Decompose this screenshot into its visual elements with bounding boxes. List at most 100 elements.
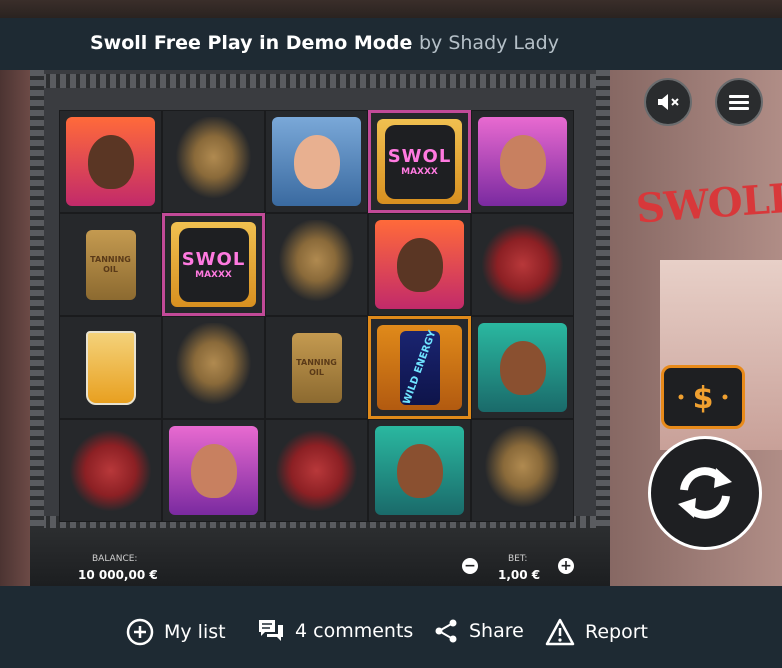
leopard-thong-symbol <box>169 117 258 206</box>
swol-maxxx-symbol: SWOL MAXXX <box>377 119 462 204</box>
character-card-symbol <box>478 117 567 206</box>
reel-cell <box>265 419 368 522</box>
sound-toggle-button[interactable] <box>644 78 692 126</box>
game-canvas[interactable]: SWOL MAXXX TANNING OIL SWOL MAXXX TANNING OIL WI… <box>0 70 782 586</box>
top-strip <box>0 0 782 18</box>
oil-text-1: TANNING <box>90 254 131 264</box>
energy-can: WILD ENERGY <box>399 329 440 406</box>
reel-cell <box>59 110 162 213</box>
steak-symbol <box>272 426 361 515</box>
reel-cell: WILD ENERGY <box>368 316 471 419</box>
bet-label: BET: <box>508 554 528 564</box>
supplement-jar: SWOL MAXXX <box>384 124 455 199</box>
leopard-thong-symbol <box>169 323 258 412</box>
leopard-thong-symbol <box>478 426 567 515</box>
game-title: Swoll Free Play in Demo Mode <box>90 32 413 54</box>
reel-cell: TANNING OIL <box>59 213 162 316</box>
swoll-logo-sign: SWOLL <box>634 174 782 233</box>
my-list-label: My list <box>164 621 226 643</box>
dollar-icon: $ <box>678 381 728 416</box>
my-list-button[interactable]: My list <box>126 618 226 646</box>
report-label: Report <box>585 621 648 643</box>
reel-cell <box>368 419 471 522</box>
action-footer: My list 4 comments Share Report <box>0 586 782 668</box>
character-card-symbol <box>375 220 464 309</box>
hamburger-icon <box>729 95 749 110</box>
reel-cell <box>162 419 265 522</box>
character-face <box>396 237 443 292</box>
share-label: Share <box>469 620 524 642</box>
character-card-symbol <box>478 323 567 412</box>
oil-text-2: OIL <box>309 367 324 377</box>
swol-text: SWOL <box>181 249 246 270</box>
bet-value: 1,00 € <box>498 568 541 582</box>
reel-cell <box>162 316 265 419</box>
wild-energy-symbol: WILD ENERGY <box>377 325 462 410</box>
tanning-oil-symbol: TANNING OIL <box>272 323 361 412</box>
character-card-symbol <box>66 117 155 206</box>
glass <box>85 330 136 405</box>
reel-cell <box>162 110 265 213</box>
spin-button[interactable] <box>648 436 762 550</box>
swol-maxxx-symbol: SWOL MAXXX <box>171 222 256 307</box>
frame-rail-top <box>30 74 610 88</box>
provider-byline: by Shady Lady <box>418 32 559 54</box>
reel-cell <box>471 419 574 522</box>
reel-cell <box>59 419 162 522</box>
share-icon <box>435 619 457 643</box>
reel-cell <box>368 213 471 316</box>
wild-energy-text: WILD ENERGY <box>401 329 438 406</box>
reel-cell <box>471 213 574 316</box>
character-face <box>396 443 443 498</box>
reel-cell: TANNING OIL <box>265 316 368 419</box>
oil-jug: TANNING OIL <box>291 332 342 403</box>
reel-cell <box>265 213 368 316</box>
reel-cell <box>471 110 574 213</box>
frame-post-left <box>30 70 44 586</box>
character-card-symbol <box>272 117 361 206</box>
spin-arrows-icon <box>678 467 732 519</box>
buy-bonus-button[interactable]: $ <box>661 365 745 429</box>
report-button[interactable]: Report <box>545 618 648 646</box>
add-circle-icon <box>126 618 154 646</box>
oil-text-1: TANNING <box>296 357 337 367</box>
page-title: Swoll Free Play in Demo Mode by Shady La… <box>90 32 559 54</box>
character-face <box>499 340 546 395</box>
juice-glass-symbol <box>66 323 155 412</box>
character-card-symbol <box>375 426 464 515</box>
tanning-oil-symbol: TANNING OIL <box>66 220 155 309</box>
warning-icon <box>545 618 575 646</box>
reel-cell: SWOL MAXXX <box>368 110 471 213</box>
share-button[interactable]: Share <box>433 618 524 644</box>
leopard-thong-symbol <box>272 220 361 309</box>
supplement-jar: SWOL MAXXX <box>178 227 249 302</box>
comments-icon <box>259 620 283 641</box>
reel-cell <box>471 316 574 419</box>
svg-text:$: $ <box>693 381 714 416</box>
swol-text: SWOL <box>387 146 452 167</box>
balance-label: BALANCE: <box>92 554 138 564</box>
maxxx-text: MAXXX <box>195 270 232 280</box>
menu-button[interactable] <box>715 78 763 126</box>
reel-cell: SWOL MAXXX <box>162 213 265 316</box>
reel-cell <box>265 110 368 213</box>
title-bar: Swoll Free Play in Demo Mode by Shady La… <box>0 18 782 70</box>
maxxx-text: MAXXX <box>401 167 438 177</box>
character-face <box>499 134 546 189</box>
character-face <box>87 134 134 189</box>
bet-decrease-button[interactable]: − <box>462 558 478 574</box>
oil-text-2: OIL <box>103 264 118 274</box>
character-card-symbol <box>169 426 258 515</box>
steak-symbol <box>478 220 567 309</box>
reel-cell <box>59 316 162 419</box>
comments-button[interactable]: 4 comments <box>257 618 413 644</box>
bet-increase-button[interactable]: + <box>558 558 574 574</box>
background-wall <box>0 70 30 586</box>
oil-jug: TANNING OIL <box>85 229 136 300</box>
mute-icon <box>658 94 679 110</box>
reel-grid: SWOL MAXXX TANNING OIL SWOL MAXXX TANNING OIL WI… <box>59 110 577 524</box>
comments-label: 4 comments <box>295 620 414 642</box>
balance-value: 10 000,00 € <box>78 568 158 582</box>
character-face <box>190 443 237 498</box>
steak-symbol <box>66 426 155 515</box>
